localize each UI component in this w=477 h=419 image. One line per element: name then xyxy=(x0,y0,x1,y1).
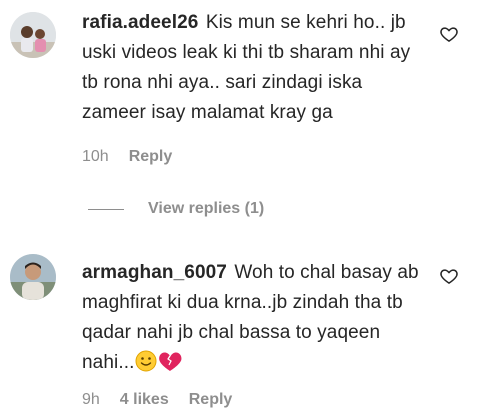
reply-button[interactable]: Reply xyxy=(189,391,233,409)
comment-time: 10h xyxy=(82,148,109,165)
comment-username[interactable]: armaghan_6007 xyxy=(82,262,227,283)
avatar[interactable] xyxy=(10,254,56,300)
slightly-smiling-face-icon xyxy=(135,350,157,382)
divider-line xyxy=(88,208,124,210)
reply-button[interactable]: Reply xyxy=(129,148,173,166)
comment-item: armaghan_6007 Woh to chal basay ab maghf… xyxy=(0,230,477,419)
comment-item: rafia.adeel26 Kis mun se kehri ho.. jb u… xyxy=(0,0,477,230)
like-heart-icon[interactable] xyxy=(439,24,459,44)
likes-count[interactable]: 4 likes xyxy=(120,391,169,409)
comment-body: rafia.adeel26 Kis mun se kehri ho.. jb u… xyxy=(82,8,422,128)
broken-heart-icon xyxy=(158,350,182,382)
avatar-photo-icon xyxy=(10,12,56,58)
comment-body: armaghan_6007 Woh to chal basay ab maghf… xyxy=(82,258,422,382)
view-replies-label: View replies (1) xyxy=(148,200,265,217)
view-replies-button[interactable]: View replies (1) xyxy=(88,200,264,218)
avatar[interactable] xyxy=(10,12,56,58)
comment-username[interactable]: rafia.adeel26 xyxy=(82,12,198,33)
comment-meta: 10h Reply xyxy=(82,148,172,166)
comment-meta: 9h 4 likes Reply xyxy=(82,391,232,409)
comment-time: 9h xyxy=(82,391,100,408)
like-heart-icon[interactable] xyxy=(439,266,459,286)
avatar-photo-icon xyxy=(10,254,56,300)
